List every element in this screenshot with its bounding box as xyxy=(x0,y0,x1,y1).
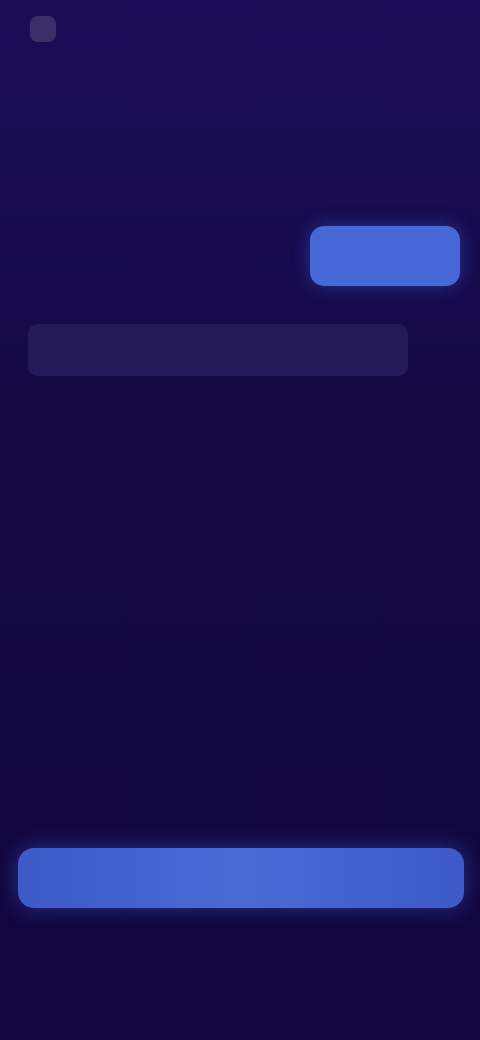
top-bar xyxy=(0,0,480,60)
option-2[interactable] xyxy=(167,226,310,286)
info-box xyxy=(28,324,408,376)
option-3-selected[interactable] xyxy=(309,226,460,286)
app-logo[interactable] xyxy=(30,16,64,42)
option-1[interactable] xyxy=(24,226,167,286)
continue-button[interactable] xyxy=(18,848,464,908)
app-logo-icon xyxy=(30,16,56,42)
app-screen xyxy=(0,0,480,1040)
option-selector xyxy=(24,226,460,286)
